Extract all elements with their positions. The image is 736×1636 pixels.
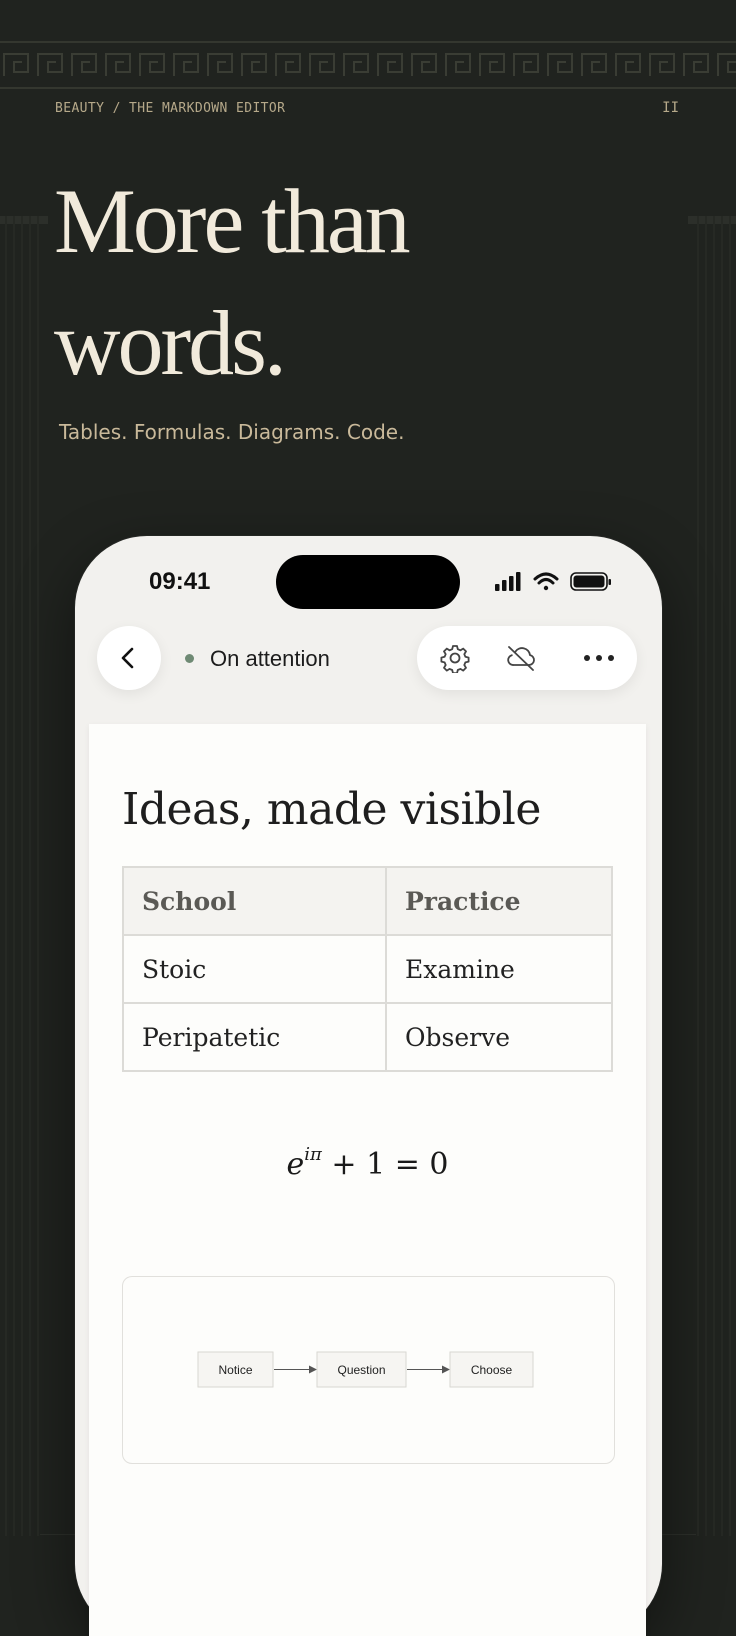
cloud-off-icon [507, 646, 535, 671]
formula-rest: + 1 = 0 [331, 1147, 449, 1182]
document-page: Ideas, made visible School Practice Stoi… [89, 724, 646, 1636]
column-right [697, 216, 731, 1536]
page-number: II [662, 100, 679, 116]
svg-text:Question: Question [337, 1363, 385, 1377]
more-button[interactable] [569, 626, 629, 690]
table-cell[interactable]: Observe [385, 1002, 613, 1072]
battery-icon [570, 572, 611, 591]
sync-status-dot [185, 654, 194, 663]
math-formula[interactable]: eiπ + 1 = 0 [89, 1144, 646, 1182]
settings-button[interactable] [425, 626, 485, 690]
flow-diagram[interactable]: Notice Question Choose [122, 1276, 615, 1464]
status-time: 09:41 [149, 568, 211, 595]
toolbar-actions [417, 626, 637, 690]
dynamic-island [276, 555, 460, 609]
phone-mockup: 09:41 On attention Ideas, made visible S… [75, 536, 662, 1636]
flow-diagram-canvas: Notice Question Choose [197, 1351, 534, 1388]
formula-base: e [286, 1147, 305, 1182]
diagram-node: Notice [197, 1351, 274, 1388]
table-cell[interactable]: Examine [385, 934, 613, 1004]
hero-headline: More than words. [54, 160, 574, 404]
headline-line-2: words. [54, 292, 287, 394]
chevron-left-icon [121, 647, 134, 669]
hero-subheadline: Tables. Formulas. Diagrams. Code. [59, 420, 405, 444]
gear-icon [440, 645, 470, 673]
greek-key-frieze [0, 41, 736, 89]
wifi-icon [533, 572, 559, 591]
svg-text:Choose: Choose [471, 1363, 513, 1377]
table-header-row: School Practice [122, 866, 613, 936]
cellular-signal-icon [495, 572, 521, 591]
headline-line-1: More than [54, 170, 411, 272]
sync-off-button[interactable] [491, 626, 551, 690]
table-cell[interactable]: Peripatetic [122, 1002, 387, 1072]
diagram-node: Question [316, 1351, 407, 1388]
breadcrumb: BEAUTY / THE MARKDOWN EDITOR [55, 101, 286, 116]
table-header[interactable]: School [122, 866, 387, 936]
svg-text:Notice: Notice [218, 1363, 252, 1377]
status-icons [495, 572, 611, 591]
markdown-table: School Practice Stoic Examine Peripateti… [122, 866, 613, 1072]
column-left [5, 216, 39, 1536]
table-header[interactable]: Practice [385, 866, 613, 936]
note-title[interactable]: On attention [210, 646, 330, 672]
back-button[interactable] [97, 626, 161, 690]
table-row: Stoic Examine [122, 934, 613, 1004]
document-title[interactable]: Ideas, made visible [122, 784, 541, 835]
table-cell[interactable]: Stoic [122, 934, 387, 1004]
formula-exponent: iπ [304, 1144, 322, 1165]
diagram-node: Choose [449, 1351, 534, 1388]
table-row: Peripatetic Observe [122, 1002, 613, 1072]
more-icon [584, 655, 614, 661]
